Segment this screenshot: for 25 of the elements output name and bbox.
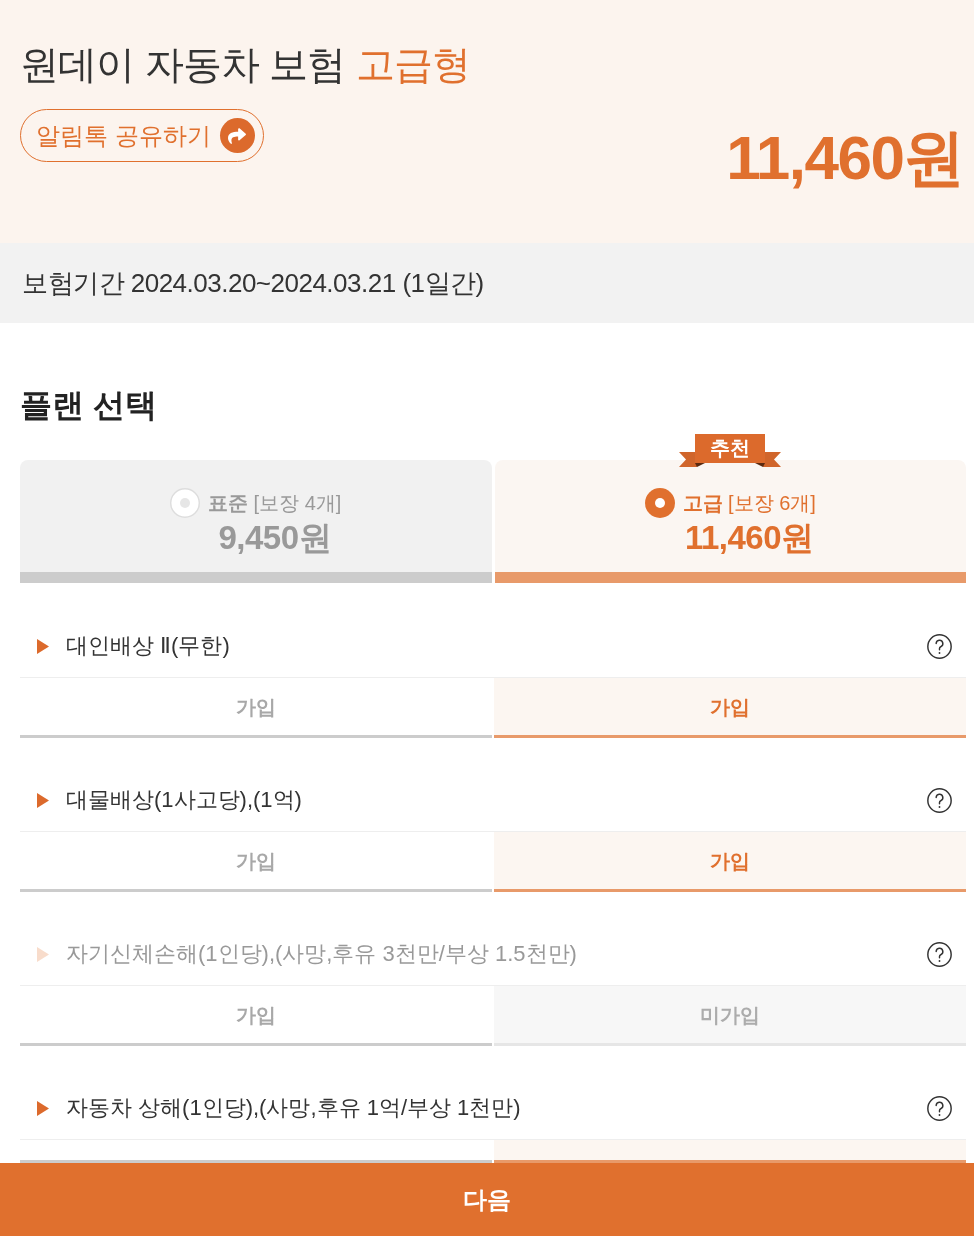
plan-card[interactable]: 표준 [보장 4개] 9,450원: [20, 460, 492, 583]
coverage-title: 자기신체손해(1인당),(사망,후유 3천만/부상 1.5천만): [66, 940, 577, 968]
share-icon: [219, 118, 255, 153]
option-toggle[interactable]: 가입: [494, 832, 966, 892]
plan-card[interactable]: 고급 [보장 6개] 11,460원: [494, 460, 966, 583]
next-button[interactable]: 다음: [0, 1163, 974, 1236]
help-icon[interactable]: [927, 787, 952, 813]
help-icon[interactable]: [927, 941, 952, 967]
period-text: 보험기간 2024.03.20~2024.03.21 (1일간): [22, 266, 484, 300]
coverage-title: 자동차 상해(1인당),(사망,후유 1억/부상 1천만): [66, 1094, 521, 1122]
section-title: 플랜 선택: [20, 386, 158, 425]
header-price: 11,460원: [726, 127, 964, 189]
radio-icon[interactable]: [644, 488, 675, 518]
plan-price: 9,450원: [218, 519, 332, 557]
help-icon[interactable]: [927, 633, 952, 659]
help-icon[interactable]: [927, 1095, 952, 1121]
page-title: 원데이 자동차 보험 고급형: [20, 42, 472, 88]
option-toggle[interactable]: [494, 1140, 966, 1163]
plan-price: 11,460원: [684, 519, 814, 557]
coverage-title: 대물배상(1사고당),(1억): [66, 786, 302, 814]
option-toggle[interactable]: 가입: [494, 678, 966, 738]
plan-label: 고급 [보장 6개]: [682, 491, 816, 516]
plan-label: 표준 [보장 4개]: [208, 491, 342, 516]
coverage-title: 대인배상 Ⅱ(무한): [66, 632, 230, 660]
radio-icon[interactable]: [170, 488, 201, 518]
